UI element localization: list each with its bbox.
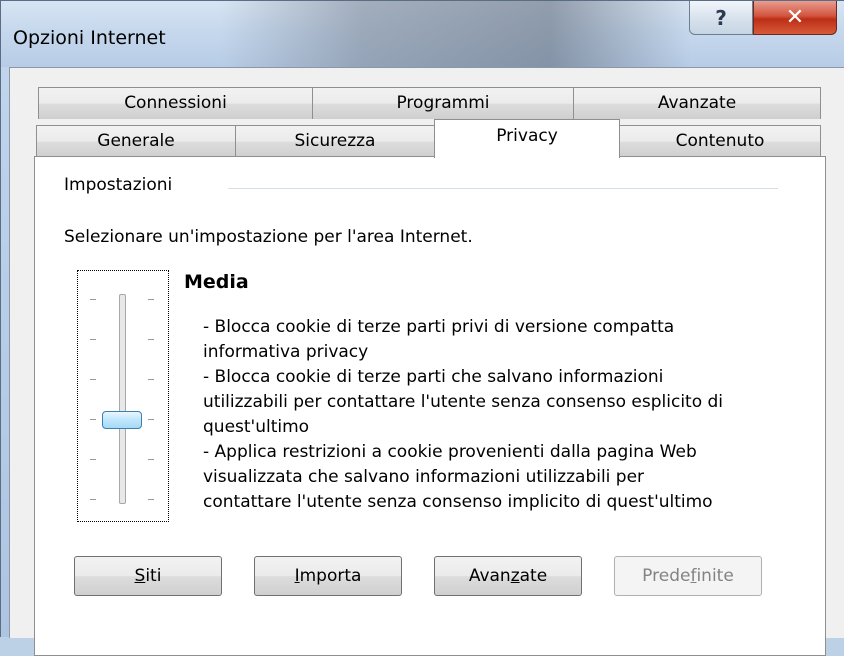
dialog-window: Opzioni Internet ? ✕ Connessioni Program… — [0, 0, 844, 656]
close-button[interactable]: ✕ — [753, 1, 837, 35]
description-line: - Blocca cookie di terze parti che salva… — [203, 367, 664, 387]
description-line: - Blocca cookie di terze parti privi di … — [203, 317, 675, 337]
window-title: Opzioni Internet — [13, 27, 166, 49]
slider-tick — [90, 339, 96, 340]
slider-tick — [90, 419, 96, 420]
button-label-part: iti — [145, 566, 162, 586]
tab-connessioni[interactable]: Connessioni — [38, 87, 313, 119]
tab-sicurezza[interactable]: Sicurezza — [235, 125, 435, 157]
tab-label: Programmi — [396, 93, 490, 113]
title-bar-shade — [221, 1, 691, 67]
settings-group-label: Impostazioni — [64, 175, 173, 195]
description-line: - Applica restrizioni a cookie provenien… — [203, 442, 697, 462]
slider-tick — [148, 499, 154, 500]
instruction-text: Selezionare un'impostazione per l'area I… — [64, 227, 473, 247]
button-label-part: inite — [696, 566, 734, 586]
description-line: visualizzata che salvano informazioni ut… — [203, 467, 645, 487]
slider-tick — [90, 299, 96, 300]
privacy-level-name: Media — [184, 271, 249, 293]
description-line: informativa privacy — [203, 342, 369, 362]
tab-generale[interactable]: Generale — [36, 125, 236, 157]
button-accelerator: S — [134, 566, 146, 586]
slider-track — [119, 294, 126, 504]
tab-avanzate[interactable]: Avanzate — [573, 87, 821, 119]
importa-button[interactable]: Importa — [254, 556, 402, 596]
dialog-client: Connessioni Programmi Avanzate Generale … — [9, 67, 844, 656]
predefinite-button[interactable]: Prede f inite — [614, 556, 762, 596]
button-accelerator: z — [510, 566, 520, 586]
slider-tick — [148, 379, 154, 380]
button-label-part: mporta — [299, 566, 362, 586]
slider-tick — [148, 419, 154, 420]
group-divider — [228, 188, 778, 189]
tab-programmi[interactable]: Programmi — [312, 87, 574, 119]
description-line: utilizzabili per contattare l'utente sen… — [203, 392, 724, 412]
tab-label: Sicurezza — [294, 131, 376, 151]
privacy-level-slider[interactable] — [77, 270, 169, 522]
description-line: contattare l'utente senza consenso impli… — [203, 492, 713, 512]
slider-tick — [148, 339, 154, 340]
tab-contenuto[interactable]: Contenuto — [619, 125, 821, 157]
button-label-part: Prede — [642, 566, 691, 586]
slider-tick — [148, 299, 154, 300]
privacy-level-description: - Blocca cookie di terze parti privi di … — [203, 315, 803, 515]
help-button[interactable]: ? — [689, 1, 753, 35]
siti-button[interactable]: Siti — [74, 556, 222, 596]
slider-tick — [148, 459, 154, 460]
tab-label: Contenuto — [675, 131, 765, 151]
close-icon: ✕ — [785, 5, 805, 30]
tab-label: Privacy — [496, 126, 558, 146]
tab-label: Connessioni — [124, 93, 227, 113]
slider-tick — [90, 379, 96, 380]
slider-thumb[interactable] — [102, 411, 142, 429]
button-label-part: Avan — [468, 566, 511, 586]
title-bar[interactable]: Opzioni Internet ? ✕ — [1, 1, 844, 67]
tab-label: Avanzate — [657, 93, 737, 113]
tab-label: Generale — [97, 131, 175, 151]
description-line: quest'ultimo — [203, 417, 310, 437]
button-label-part: ate — [519, 566, 548, 586]
help-icon: ? — [715, 5, 727, 30]
caption-buttons: ? ✕ — [689, 1, 837, 35]
slider-tick — [90, 459, 96, 460]
slider-tick — [90, 499, 96, 500]
tab-privacy[interactable]: Privacy — [434, 119, 620, 158]
avanzate-button[interactable]: Avan z ate — [434, 556, 582, 596]
